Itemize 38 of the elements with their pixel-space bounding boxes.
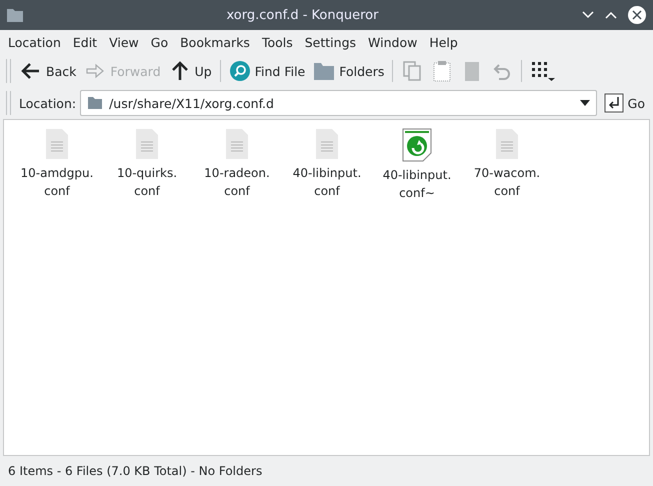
- location-path: /usr/share/X11/xorg.conf.d: [109, 96, 275, 110]
- menu-item[interactable]: Edit: [66, 35, 104, 50]
- file-name[interactable]: 10-quirks. conf: [116, 164, 178, 200]
- enter-icon: [604, 93, 624, 113]
- back-button[interactable]: Back: [17, 58, 80, 84]
- menu-item[interactable]: Bookmarks: [174, 35, 256, 50]
- file-name[interactable]: 70-wacom. conf: [474, 164, 540, 200]
- window-title: xorg.conf.d - Konqueror: [226, 8, 380, 22]
- search-icon: [228, 60, 251, 82]
- menu-item[interactable]: Location: [2, 35, 67, 50]
- maximize-icon[interactable]: [604, 10, 618, 20]
- folder-icon: [87, 96, 104, 110]
- file-name[interactable]: 40-libinput. conf~: [382, 166, 452, 202]
- file-name[interactable]: 10-amdgpu. conf: [20, 164, 94, 200]
- folders-button[interactable]: Folders: [310, 59, 388, 83]
- refresh-document-icon[interactable]: [401, 128, 433, 162]
- file-name[interactable]: 40-libinput. conf: [292, 164, 362, 200]
- status-text: 6 Items - 6 Files (7.0 KB Total) - No Folders: [8, 464, 262, 478]
- menu-item[interactable]: Settings: [298, 35, 362, 50]
- menu-item[interactable]: View: [103, 35, 145, 50]
- copy-icon: [401, 60, 424, 82]
- up-button[interactable]: Up: [166, 58, 215, 84]
- menu-item[interactable]: Help: [423, 35, 464, 50]
- file-name[interactable]: 10-radeon. conf: [204, 164, 270, 200]
- folder-icon: [6, 7, 24, 23]
- find-button[interactable]: Find File: [226, 58, 308, 84]
- dropdown-icon[interactable]: [580, 100, 590, 106]
- menu-item[interactable]: Tools: [256, 35, 299, 50]
- grid-icon: [530, 60, 556, 82]
- clipboard-icon: [431, 60, 454, 82]
- menu-item[interactable]: Go: [144, 35, 174, 50]
- go-button[interactable]: Go: [600, 91, 653, 115]
- close-icon[interactable]: [627, 5, 647, 25]
- location-field[interactable]: /usr/share/X11/xorg.conf.d: [80, 90, 597, 116]
- folder-icon: [313, 61, 336, 81]
- minimize-icon[interactable]: [581, 10, 595, 20]
- menu-item[interactable]: Window: [362, 35, 424, 50]
- location-label: Location:: [19, 96, 76, 110]
